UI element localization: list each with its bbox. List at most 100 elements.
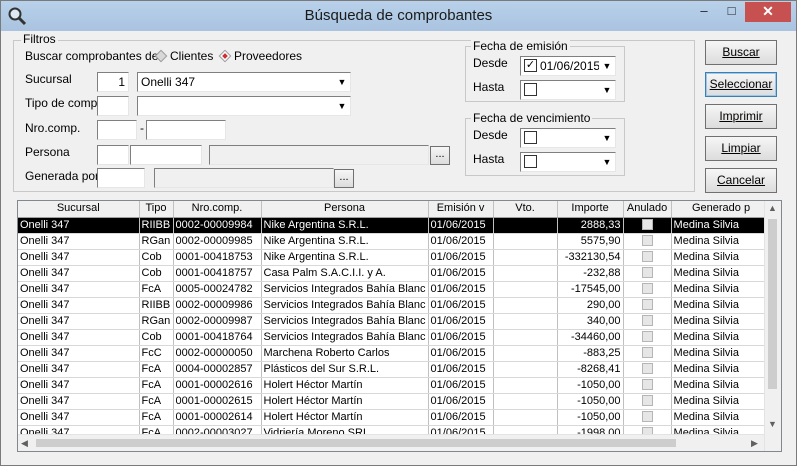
imprimir-button[interactable]: Imprimir (705, 104, 777, 129)
chevron-down-icon[interactable]: ▼ (599, 153, 615, 171)
sucursal-select[interactable]: Onelli 347 ▼ (137, 72, 351, 92)
suppliers-radio[interactable] (218, 49, 232, 63)
arrow-left-icon[interactable]: ◀ (21, 438, 28, 449)
cell-nro-comp: 0001-00002615 (173, 393, 262, 410)
seleccionar-button[interactable]: Seleccionar (705, 72, 777, 97)
table-row[interactable]: Onelli 347 RGan 0002-00009987 Servicios Int… (18, 313, 772, 330)
table-row[interactable]: Onelli 347 RIIBB 0002-00009984 Nike Argenti… (18, 217, 772, 234)
arrow-right-icon[interactable]: ▶ (751, 438, 758, 449)
cell-sucursal: Onelli 347 (18, 329, 140, 346)
sucursal-code-input[interactable]: 1 (97, 72, 129, 92)
column-header-generado-por[interactable]: Generado p (671, 201, 772, 218)
generada-lookup-button[interactable]: ... (334, 169, 354, 188)
emision-desde-date[interactable]: ✓ 01/06/2015 ▼ (520, 56, 616, 76)
cell-vto (493, 249, 558, 266)
table-row[interactable]: Onelli 347 FcA 0001-00002615 Holert Héctor … (18, 393, 772, 410)
chevron-down-icon[interactable]: ▼ (334, 97, 350, 115)
table-row[interactable]: Onelli 347 FcC 0002-00000050 Marchena Rober… (18, 345, 772, 362)
nro-prefix-input[interactable] (97, 120, 137, 140)
vencimiento-hasta-date[interactable]: ▼ (520, 152, 616, 172)
close-button[interactable]: ✕ (745, 2, 791, 22)
table-row[interactable]: Onelli 347 Cob 0001-00418757 Casa Palm S.A.… (18, 265, 772, 282)
cell-anulado (623, 233, 672, 250)
table-row[interactable]: Onelli 347 FcA 0001-00002616 Holert Héctor … (18, 377, 772, 394)
chevron-down-icon[interactable]: ▼ (334, 73, 350, 91)
cell-anulado (623, 249, 672, 266)
tipo-code-input[interactable] (97, 96, 129, 116)
anulado-checkbox[interactable] (641, 363, 653, 375)
anulado-checkbox[interactable] (641, 251, 653, 263)
cell-emision: 01/06/2015 (428, 265, 494, 282)
anulado-checkbox[interactable] (641, 235, 653, 247)
cell-emision: 01/06/2015 (428, 313, 494, 330)
cell-nro-comp: 0001-00418753 (173, 249, 262, 266)
minimize-button[interactable]: – (690, 2, 718, 22)
column-header-nro-comp[interactable]: Nro.comp. (173, 201, 262, 218)
anulado-checkbox[interactable] (641, 331, 653, 343)
chevron-down-icon[interactable]: ▼ (599, 81, 615, 99)
nro-number-input[interactable] (146, 120, 226, 140)
column-header-emision[interactable]: Emisión v (428, 201, 494, 218)
anulado-checkbox[interactable] (641, 347, 653, 359)
title-bar[interactable]: Búsqueda de comprobantes – □ ✕ (1, 1, 796, 31)
window-title: Búsqueda de comprobantes (304, 7, 493, 24)
tipo-select[interactable]: ▼ (137, 96, 351, 116)
table-row[interactable]: Onelli 347 Cob 0001-00418753 Nike Argentina… (18, 249, 772, 266)
cell-sucursal: Onelli 347 (18, 249, 140, 266)
buscar-button[interactable]: Buscar (705, 40, 777, 65)
emision-hasta-checkbox[interactable] (524, 83, 537, 96)
table-row[interactable]: Onelli 347 FcA 0005-00024782 Servicios Inte… (18, 281, 772, 298)
cell-importe: -1050,00 (557, 393, 624, 410)
cell-anulado (623, 281, 672, 298)
clients-label[interactable]: Clientes (170, 49, 213, 63)
horizontal-scroll-thumb[interactable] (36, 439, 676, 447)
dialog-body: Filtros Buscar comprobantes de: Clientes… (9, 32, 790, 460)
clients-radio[interactable] (154, 49, 168, 63)
persona-code-input[interactable] (97, 145, 129, 165)
table-row[interactable]: Onelli 347 Cob 0001-00418764 Servicios Inte… (18, 329, 772, 346)
column-header-persona[interactable]: Persona (261, 201, 429, 218)
anulado-checkbox[interactable] (641, 219, 653, 231)
persona-lookup-button[interactable]: ... (430, 146, 450, 165)
results-grid[interactable]: Sucursal Tipo Nro.comp. Persona Emisión v Vto… (17, 200, 782, 452)
limpiar-button[interactable]: Limpiar (705, 136, 777, 161)
column-header-vto[interactable]: Vto. (493, 201, 558, 218)
table-row[interactable]: Onelli 347 RIIBB 0002-00009986 Servicios In… (18, 297, 772, 314)
chevron-down-icon[interactable]: ▼ (599, 129, 615, 147)
anulado-checkbox[interactable] (641, 315, 653, 327)
chevron-down-icon[interactable]: ▼ (599, 57, 615, 75)
emision-desde-checkbox[interactable]: ✓ (524, 59, 537, 72)
column-header-tipo[interactable]: Tipo (139, 201, 174, 218)
cancelar-button[interactable]: Cancelar (705, 168, 777, 193)
vencimiento-hasta-checkbox[interactable] (524, 155, 537, 168)
vencimiento-desde-date[interactable]: ▼ (520, 128, 616, 148)
anulado-checkbox[interactable] (641, 283, 653, 295)
vertical-scroll-thumb[interactable] (768, 219, 777, 389)
anulado-checkbox[interactable] (641, 411, 653, 423)
arrow-down-icon[interactable]: ▼ (768, 419, 777, 429)
table-row[interactable]: Onelli 347 FcA 0004-00002857 Plásticos del … (18, 361, 772, 378)
cell-importe: -883,25 (557, 345, 624, 362)
column-header-anulado[interactable]: Anulado (623, 201, 672, 218)
arrow-up-icon[interactable]: ▲ (768, 203, 777, 213)
anulado-checkbox[interactable] (641, 299, 653, 311)
table-row[interactable]: Onelli 347 RGan 0002-00009985 Nike Argentin… (18, 233, 772, 250)
vencimiento-desde-checkbox[interactable] (524, 131, 537, 144)
anulado-checkbox[interactable] (641, 395, 653, 407)
cell-generado-por: Medina Silvia (671, 217, 772, 234)
cell-nro-comp: 0002-00009984 (173, 217, 262, 234)
suppliers-label[interactable]: Proveedores (234, 49, 302, 63)
emision-hasta-date[interactable]: ▼ (520, 80, 616, 100)
anulado-checkbox[interactable] (641, 267, 653, 279)
column-header-importe[interactable]: Importe (557, 201, 624, 218)
persona-code2-input[interactable] (130, 145, 202, 165)
vertical-scrollbar[interactable]: ▲ ▼ (764, 201, 781, 451)
column-header-sucursal[interactable]: Sucursal (18, 201, 140, 218)
table-row[interactable]: Onelli 347 FcA 0001-00002614 Holert Héctor … (18, 409, 772, 426)
maximize-button[interactable]: □ (718, 2, 745, 22)
generada-code-input[interactable] (97, 168, 145, 188)
vencimiento-desde-label: Desde (473, 128, 508, 142)
cell-importe: 2888,33 (557, 217, 624, 234)
horizontal-scrollbar[interactable]: ◀ ▶ (18, 434, 764, 451)
anulado-checkbox[interactable] (641, 379, 653, 391)
